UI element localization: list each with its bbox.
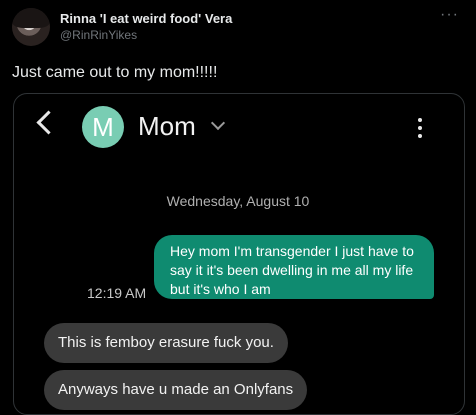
message-timestamp: 12:19 AM (87, 285, 147, 301)
sent-message-bubble: Hey mom I'm transgender I just have to s… (154, 235, 434, 299)
chevron-down-icon (210, 115, 226, 131)
back-arrow-icon (36, 110, 61, 135)
received-message-bubble: This is femboy erasure fuck you. (44, 323, 288, 363)
kebab-menu-icon (418, 118, 423, 142)
more-options-icon[interactable]: ··· (440, 6, 459, 24)
date-header: Wednesday, August 10 (166, 193, 310, 209)
author-avatar[interactable] (12, 8, 50, 46)
received-message-bubble: Anyways have u made an Onlyfans (44, 370, 308, 410)
author-name[interactable]: Rinna 'I eat weird food' Vera (60, 11, 232, 26)
tweet-media-image[interactable]: M Mom Wednesday, August 10 Hey mom I'm t… (13, 93, 465, 415)
contact-avatar: M (82, 106, 124, 148)
author-handle[interactable]: @RinRinYikes (60, 28, 137, 42)
tweet-text: Just came out to my mom!!!!! (12, 64, 218, 81)
contact-name: Mom (138, 111, 196, 141)
